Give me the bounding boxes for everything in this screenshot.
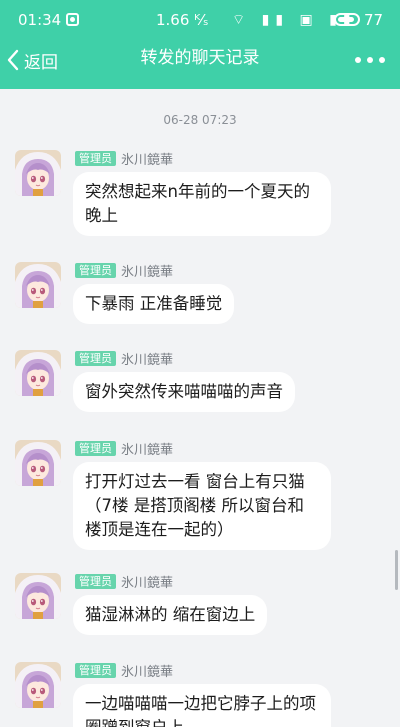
message-meta: 管理员 氷川鏡華 — [75, 150, 174, 168]
admin-badge: 管理员 — [75, 350, 116, 366]
sender-name: 氷川鏡華 — [121, 152, 174, 168]
more-dot-icon — [355, 57, 361, 63]
network-speed: 1.66 ᴷ⁄ₛ — [156, 11, 209, 29]
message-meta: 管理员 氷川鏡華 — [75, 662, 174, 680]
message-bubble[interactable]: 一边喵喵喵一边把它脖子上的项圈蹭到窗户上 — [73, 684, 331, 727]
avatar[interactable] — [15, 573, 61, 619]
more-dot-icon — [367, 57, 373, 63]
scrollbar[interactable] — [395, 550, 398, 590]
admin-badge: 管理员 — [75, 150, 116, 166]
app-header: 01:34 1.66 ᴷ⁄ₛ ⌔ ▮▮ ▣ ▮▮ 77 返回 转发的聊天记录 — [0, 0, 400, 89]
battery-level: 77 — [364, 11, 384, 29]
page-title: 转发的聊天记录 — [140, 48, 260, 68]
chevron-left-icon — [7, 49, 19, 71]
admin-badge: 管理员 — [75, 440, 116, 456]
notification-icon — [66, 13, 79, 26]
message-bubble[interactable]: 下暴雨 正准备睡觉 — [73, 284, 235, 324]
message-meta: 管理员 氷川鏡華 — [75, 262, 174, 280]
more-dot-icon — [379, 57, 385, 63]
admin-badge: 管理员 — [75, 262, 116, 278]
back-label: 返回 — [24, 52, 58, 73]
avatar[interactable] — [15, 662, 61, 708]
message-meta: 管理员 氷川鏡華 — [75, 350, 174, 368]
admin-badge: 管理员 — [75, 662, 116, 678]
sender-name: 氷川鏡華 — [121, 575, 174, 591]
avatar[interactable] — [15, 150, 61, 196]
avatar[interactable] — [15, 350, 61, 396]
back-button[interactable]: 返回 — [6, 48, 58, 73]
avatar[interactable] — [15, 262, 61, 308]
message-meta: 管理员 氷川鏡華 — [75, 573, 174, 591]
message-bubble[interactable]: 窗外突然传来喵喵喵的声音 — [73, 372, 295, 412]
more-options-button[interactable] — [355, 55, 385, 65]
chat-timestamp: 06-28 07:23 — [163, 113, 237, 127]
message-bubble[interactable]: 突然想起来n年前的一个夏天的晚上 — [73, 172, 331, 236]
sender-name: 氷川鏡華 — [121, 442, 174, 458]
sender-name: 氷川鏡華 — [121, 664, 174, 680]
avatar[interactable] — [15, 440, 61, 486]
battery-icon — [334, 13, 360, 26]
message-meta: 管理员 氷川鏡華 — [75, 440, 174, 458]
message-bubble[interactable]: 猫湿淋淋的 缩在窗边上 — [73, 595, 268, 635]
sender-name: 氷川鏡華 — [121, 352, 174, 368]
status-time: 01:34 — [18, 11, 62, 29]
admin-badge: 管理员 — [75, 573, 116, 589]
status-bar: 01:34 1.66 ᴷ⁄ₛ ⌔ ▮▮ ▣ ▮▮ 77 — [0, 0, 400, 40]
message-bubble[interactable]: 打开灯过去一看 窗台上有只猫（7楼 是搭顶阁楼 所以窗台和楼顶是连在一起的） — [73, 462, 331, 550]
sender-name: 氷川鏡華 — [121, 264, 174, 280]
